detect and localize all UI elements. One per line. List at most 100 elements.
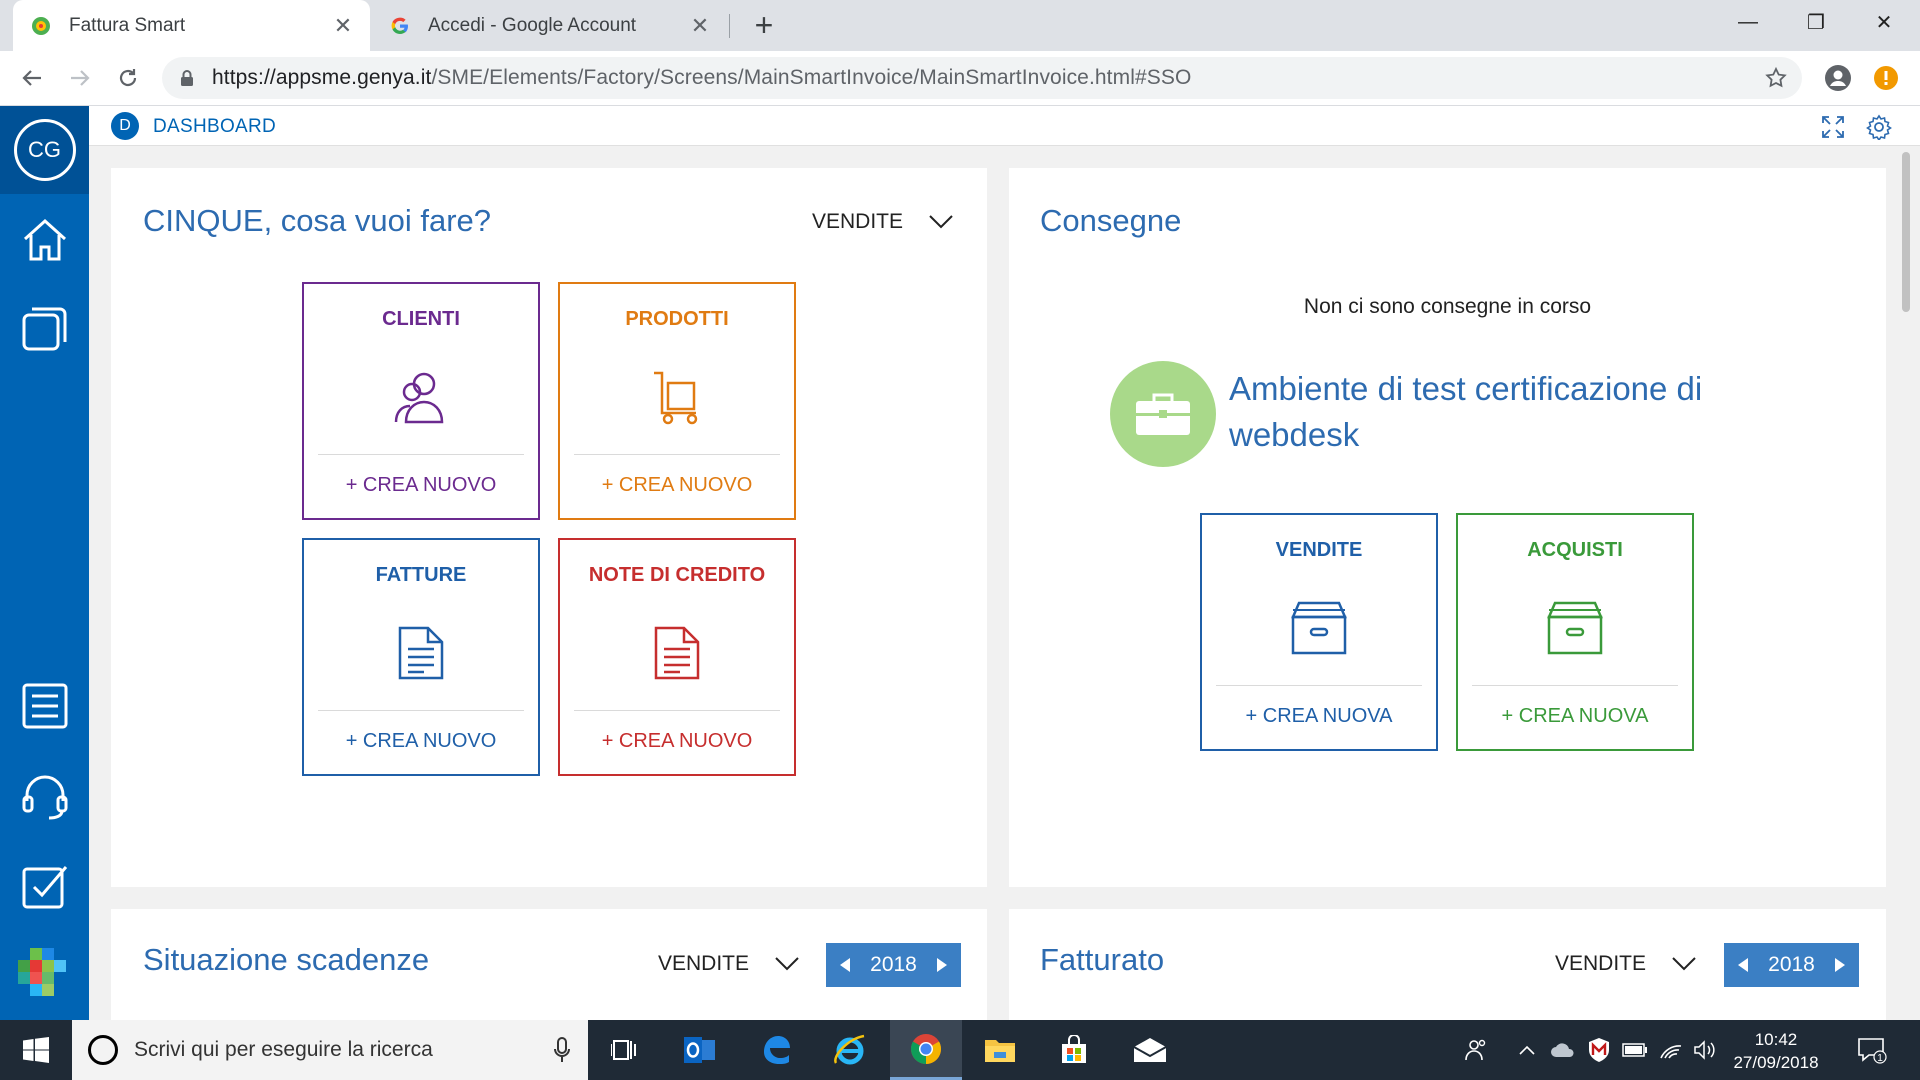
clienti-tile[interactable]: CLIENTI + CREA NUOVO	[302, 282, 540, 520]
deadlines-type-dropdown[interactable]: VENDITE	[658, 952, 799, 976]
home-icon[interactable]	[18, 213, 72, 267]
tab-google-account[interactable]: Accedi - Google Account ✕	[375, 0, 727, 51]
gear-icon[interactable]	[1864, 112, 1894, 142]
fullscreen-icon[interactable]	[1818, 112, 1848, 142]
archive-icon	[1542, 595, 1608, 661]
headset-icon[interactable]	[18, 769, 72, 823]
deadlines-card-title: Situazione scadenze	[143, 942, 430, 977]
window-close-button[interactable]: ✕	[1850, 0, 1918, 44]
create-new-link[interactable]: + CREA NUOVA	[1458, 705, 1692, 728]
previous-year-icon[interactable]	[840, 958, 850, 972]
cortana-icon	[88, 1035, 118, 1065]
note-di-credito-tile[interactable]: NOTE DI CREDITO + CREA NUOVO	[558, 538, 796, 776]
tab-divider	[729, 14, 730, 38]
chrome-icon[interactable]	[890, 1020, 962, 1080]
revenue-type-dropdown[interactable]: VENDITE	[1555, 952, 1696, 976]
onedrive-icon[interactable]	[1546, 1020, 1580, 1080]
page-title: DASHBOARD	[153, 116, 277, 137]
update-alert-icon[interactable]	[1867, 59, 1905, 97]
previous-year-icon[interactable]	[1738, 958, 1748, 972]
dashboard-header: D DASHBOARD	[89, 106, 1920, 146]
taskbar-search-box[interactable]: Scrivi qui per eseguire la ricerca	[72, 1020, 588, 1080]
page-scrollbar[interactable]	[1902, 152, 1910, 312]
next-year-icon[interactable]	[1835, 958, 1845, 972]
create-new-link[interactable]: + CREA NUOVO	[304, 730, 538, 753]
lock-icon	[181, 70, 193, 86]
tile-label: PRODOTTI	[625, 308, 729, 330]
tile-label: FATTURE	[375, 564, 467, 586]
user-avatar[interactable]: CG	[13, 119, 76, 181]
chevron-down-icon	[1672, 957, 1696, 971]
battery-icon[interactable]	[1618, 1020, 1652, 1080]
create-new-link[interactable]: + CREA NUOVO	[560, 474, 794, 497]
url-text: https://appsme.genya.it/SME/Elements/Fac…	[212, 66, 1191, 90]
year-value: 2018	[1768, 953, 1815, 976]
minimize-button[interactable]: —	[1714, 0, 1782, 44]
prodotti-tile[interactable]: PRODOTTI + CREA NUOVO	[558, 282, 796, 520]
document-icon	[644, 620, 710, 686]
create-new-link[interactable]: + CREA NUOVO	[560, 730, 794, 753]
tile-divider	[1216, 685, 1422, 686]
microphone-icon[interactable]	[554, 1037, 570, 1063]
file-explorer-icon[interactable]	[964, 1020, 1036, 1080]
acquisti-delivery-tile[interactable]: ACQUISTI + CREA NUOVA	[1456, 513, 1694, 751]
tile-label: ACQUISTI	[1527, 539, 1623, 561]
close-tab-icon[interactable]: ✕	[326, 13, 360, 39]
chevron-down-icon	[775, 957, 799, 971]
environment-notice: Ambiente di test certificazione di webde…	[1229, 366, 1702, 458]
tile-divider	[318, 454, 524, 455]
windows-taskbar: Scrivi qui per eseguire la ricerca 10:42…	[0, 1020, 1920, 1080]
tile-divider	[574, 454, 780, 455]
tile-label: NOTE DI CREDITO	[588, 564, 766, 586]
task-view-icon[interactable]	[588, 1020, 660, 1080]
taskbar-clock[interactable]: 10:42 27/09/2018	[1716, 1028, 1836, 1074]
create-new-link[interactable]: + CREA NUOVO	[304, 474, 538, 497]
tab-title: Accedi - Google Account	[428, 14, 637, 36]
document-icon	[388, 620, 454, 686]
forward-icon[interactable]	[61, 59, 99, 97]
bookmark-star-icon[interactable]	[1764, 66, 1788, 90]
deliveries-card-title: Consegne	[1040, 203, 1182, 238]
url-path: /SME/Elements/Factory/Screens/MainSmartI…	[431, 66, 1192, 89]
restore-button[interactable]: ❐	[1782, 0, 1850, 44]
profile-icon[interactable]	[1819, 59, 1857, 97]
fattura-smart-favicon-icon	[31, 16, 51, 36]
tile-divider	[574, 710, 780, 711]
dropdown-value: VENDITE	[812, 210, 904, 233]
next-year-icon[interactable]	[937, 958, 947, 972]
clock-time: 10:42	[1754, 1030, 1798, 1049]
fatture-tile[interactable]: FATTURE + CREA NUOVO	[302, 538, 540, 776]
microsoft-store-icon[interactable]	[1038, 1020, 1110, 1080]
edge-icon[interactable]	[740, 1020, 812, 1080]
chevron-down-icon	[929, 215, 953, 229]
people-icon[interactable]	[1456, 1020, 1496, 1080]
create-new-link[interactable]: + CREA NUOVA	[1202, 705, 1436, 728]
list-icon[interactable]	[18, 679, 72, 733]
empty-deliveries-message: Non ci sono consegne in corso	[1303, 295, 1592, 318]
chevron-up-icon[interactable]	[1512, 1020, 1542, 1080]
reload-icon[interactable]	[109, 59, 147, 97]
deadlines-year-selector: 2018	[826, 943, 961, 987]
archive-icon	[1286, 595, 1352, 661]
action-center-icon[interactable]: 1	[1850, 1020, 1894, 1080]
mcafee-icon[interactable]	[1582, 1020, 1616, 1080]
users-icon	[388, 364, 454, 430]
tab-fattura-smart[interactable]: Fattura Smart ✕	[13, 0, 370, 51]
url-host: https://appsme.genya.it	[212, 66, 432, 89]
mail-icon[interactable]	[1114, 1020, 1186, 1080]
actions-type-dropdown[interactable]: VENDITE	[812, 210, 953, 234]
dropdown-value: VENDITE	[658, 952, 750, 975]
close-tab-icon[interactable]: ✕	[683, 13, 717, 39]
new-tab-button[interactable]: +	[745, 6, 783, 44]
vendite-delivery-tile[interactable]: VENDITE + CREA NUOVA	[1200, 513, 1438, 751]
wifi-icon[interactable]	[1654, 1020, 1688, 1080]
windows-start-icon[interactable]	[0, 1020, 72, 1080]
pages-icon[interactable]	[18, 301, 72, 355]
outlook-icon[interactable]	[664, 1020, 736, 1080]
internet-explorer-icon[interactable]	[814, 1020, 886, 1080]
user-menu[interactable]: CG	[0, 106, 89, 194]
briefcase-icon	[1110, 361, 1216, 467]
back-icon[interactable]	[13, 59, 51, 97]
checkbox-icon[interactable]	[18, 859, 72, 913]
address-bar[interactable]: https://appsme.genya.it/SME/Elements/Fac…	[162, 57, 1802, 99]
